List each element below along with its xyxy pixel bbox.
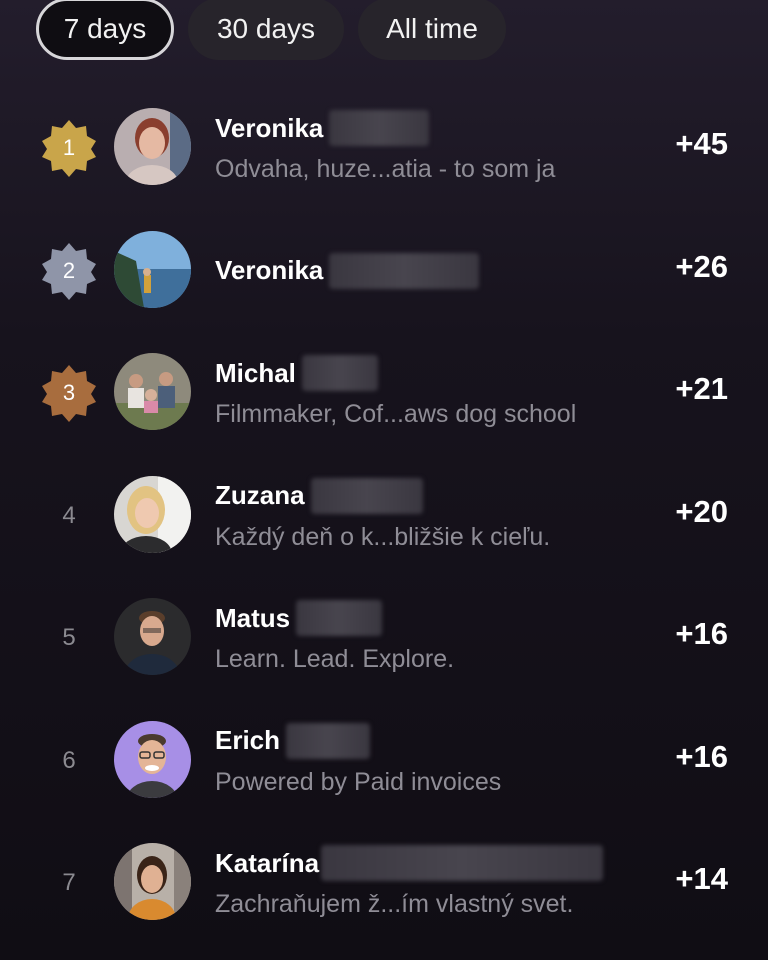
leaderboard-row[interactable]: 5 Matus Learn. Lead. Explore. +16 — [0, 576, 768, 699]
user-name: Erich — [215, 725, 281, 755]
user-headline: Learn. Lead. Explore. — [215, 645, 455, 673]
user-name: Veronika — [215, 255, 324, 285]
leaderboard-list: 1 Veronika Odvaha, huze...atia - to som … — [0, 86, 768, 944]
rank-number: 2 — [62, 257, 76, 283]
rank-number: 1 — [62, 135, 76, 160]
leaderboard-row[interactable]: 4 Zuzana Každý deň o k...bližšie k cieľu… — [0, 454, 768, 577]
user-name: Matus — [215, 602, 291, 633]
redacted-surname — [321, 845, 604, 881]
points: +16 — [675, 616, 728, 651]
redacted-surname — [329, 252, 480, 289]
leaderboard-row[interactable]: 7 Katarína Zachraňujem ž...ím vlastný sv… — [0, 821, 768, 944]
silver-rank-badge-icon: 2 — [40, 242, 98, 300]
tab-7-days[interactable]: 7 days — [36, 0, 174, 60]
name-line: Zuzana — [215, 477, 423, 514]
name-line: Veronika — [215, 252, 480, 289]
user-headline: Filmmaker, Cof...aws dog school — [215, 400, 577, 428]
user-headline: Každý deň o k...bližšie k cieľu. — [215, 522, 551, 551]
points: +21 — [675, 371, 728, 406]
user-headline: Zachraňujem ž...ím vlastný svet. — [215, 890, 574, 918]
redacted-surname — [329, 110, 430, 146]
redacted-surname — [296, 600, 383, 636]
name-line: Matus — [215, 600, 383, 636]
rank-number: 6 — [62, 746, 76, 774]
name-line: Veronika — [215, 110, 430, 146]
points: +16 — [675, 738, 728, 774]
time-range-tabs: 7 days 30 days All time — [36, 0, 506, 60]
avatar[interactable] — [114, 843, 191, 920]
user-headline: Powered by Paid invoices — [215, 767, 502, 796]
user-headline: Odvaha, huze...atia - to som ja — [215, 155, 556, 183]
rank-number: 5 — [62, 624, 76, 651]
bronze-rank-badge-icon: 3 — [40, 364, 98, 422]
avatar[interactable] — [114, 720, 191, 798]
user-name: Veronika — [215, 112, 324, 143]
avatar[interactable] — [114, 230, 191, 308]
avatar[interactable] — [114, 475, 191, 553]
points: +26 — [675, 248, 728, 284]
user-name: Michal — [215, 357, 296, 388]
avatar[interactable] — [114, 108, 191, 185]
gold-rank-badge-icon: 1 — [40, 119, 98, 177]
points: +14 — [675, 861, 728, 896]
leaderboard-row[interactable]: 1 Veronika Odvaha, huze...atia - to som … — [0, 86, 768, 209]
rank-number: 4 — [62, 501, 76, 529]
redacted-surname — [301, 355, 378, 391]
tab-30-days[interactable]: 30 days — [188, 0, 344, 60]
leaderboard-row[interactable]: 2 Veronika +26 — [0, 209, 768, 332]
points: +45 — [675, 126, 728, 161]
name-line: Michal — [215, 355, 378, 391]
points: +20 — [675, 493, 728, 529]
leaderboard-row[interactable]: 3 Michal Filmmaker, Cof...aws dog school… — [0, 331, 768, 454]
avatar[interactable] — [114, 598, 191, 675]
name-line: Katarína — [215, 845, 604, 881]
user-name: Katarína — [215, 847, 320, 878]
name-line: Erich — [215, 722, 371, 759]
rank-number: 7 — [62, 869, 76, 896]
tab-all-time[interactable]: All time — [358, 0, 506, 60]
user-name: Zuzana — [215, 480, 305, 510]
redacted-surname — [310, 477, 423, 514]
rank-number: 3 — [62, 380, 76, 405]
avatar[interactable] — [114, 353, 191, 430]
leaderboard-row[interactable]: 6 Erich Powered by Paid invoices +16 — [0, 699, 768, 822]
redacted-surname — [286, 722, 371, 759]
